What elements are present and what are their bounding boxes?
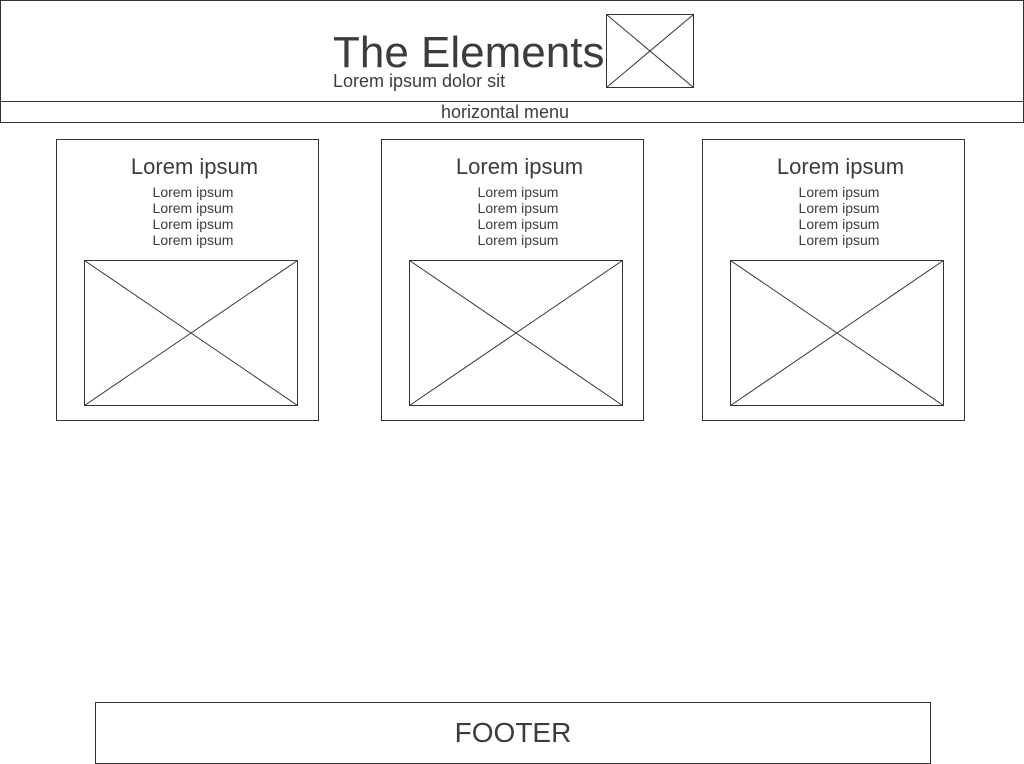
content-card: Lorem ipsum Lorem ipsum Lorem ipsum Lore…	[702, 139, 965, 421]
image-placeholder-icon	[84, 260, 298, 406]
image-placeholder-icon	[606, 14, 694, 88]
card-text-line: Lorem ipsum	[477, 184, 559, 200]
menu-label: horizontal menu	[440, 102, 570, 122]
page-subtitle: Lorem ipsum dolor sit	[333, 71, 506, 91]
footer: FOOTER	[95, 702, 931, 764]
header: The Elements Lorem ipsum dolor sit	[0, 0, 1024, 102]
card-text-line: Lorem ipsum	[152, 216, 234, 232]
card-text-lines: Lorem ipsum Lorem ipsum Lorem ipsum Lore…	[703, 184, 975, 248]
image-placeholder-icon	[730, 260, 944, 406]
card-title: Lorem ipsum	[130, 154, 259, 179]
card-text-line: Lorem ipsum	[152, 232, 234, 248]
card-text-line: Lorem ipsum	[798, 184, 880, 200]
card-title: Lorem ipsum	[776, 154, 905, 179]
card-text-line: Lorem ipsum	[477, 200, 559, 216]
card-image-placeholder	[409, 260, 623, 406]
footer-label: FOOTER	[454, 717, 572, 748]
card-title: Lorem ipsum	[455, 154, 584, 179]
content-card: Lorem ipsum Lorem ipsum Lorem ipsum Lore…	[56, 139, 319, 421]
card-image-placeholder	[84, 260, 298, 406]
card-text-line: Lorem ipsum	[798, 200, 880, 216]
card-image-placeholder	[730, 260, 944, 406]
card-text-line: Lorem ipsum	[152, 200, 234, 216]
card-text-line: Lorem ipsum	[798, 232, 880, 248]
header-image-placeholder	[606, 14, 694, 88]
content-card: Lorem ipsum Lorem ipsum Lorem ipsum Lore…	[381, 139, 644, 421]
card-text-lines: Lorem ipsum Lorem ipsum Lorem ipsum Lore…	[57, 184, 329, 248]
card-text-lines: Lorem ipsum Lorem ipsum Lorem ipsum Lore…	[382, 184, 654, 248]
card-text-line: Lorem ipsum	[798, 216, 880, 232]
horizontal-menu[interactable]: horizontal menu	[0, 101, 1024, 123]
image-placeholder-icon	[409, 260, 623, 406]
card-text-line: Lorem ipsum	[477, 232, 559, 248]
card-text-line: Lorem ipsum	[152, 184, 234, 200]
card-text-line: Lorem ipsum	[477, 216, 559, 232]
